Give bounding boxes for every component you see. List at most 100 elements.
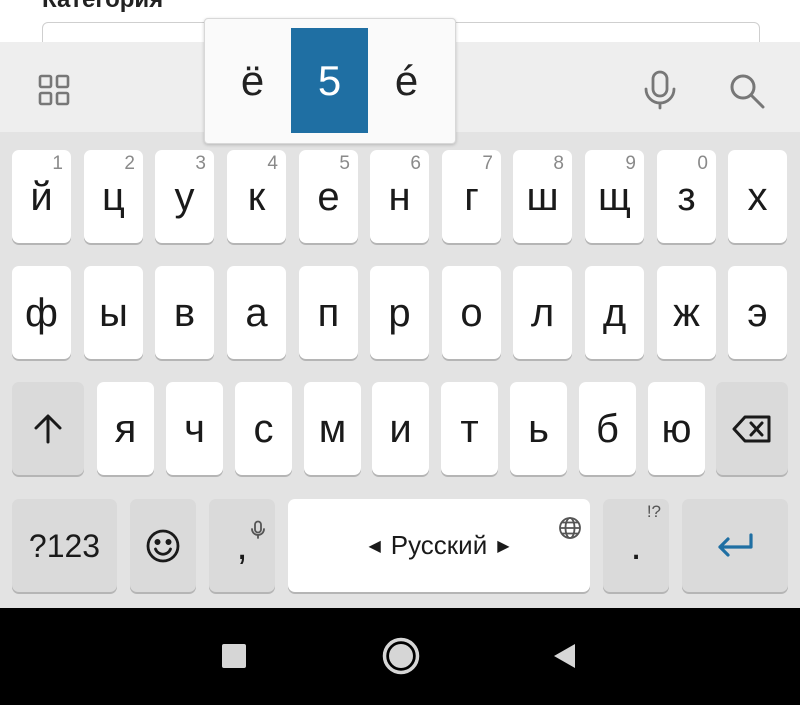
key-я[interactable]: я bbox=[97, 382, 154, 475]
key-label: щ bbox=[598, 174, 631, 219]
chevron-right-icon: ▶ bbox=[497, 537, 510, 555]
key-label: с bbox=[253, 406, 274, 451]
grid-icon[interactable] bbox=[34, 70, 74, 110]
key-label: х bbox=[747, 174, 768, 219]
keyboard: 1й 2ц 3у 4к 5е 6н 7г 8ш 9щ 0з х ф ы в а … bbox=[0, 132, 800, 608]
key-о[interactable]: о bbox=[442, 266, 501, 359]
symbols-label: ?123 bbox=[28, 527, 101, 564]
space-language-label: Русский bbox=[390, 530, 488, 560]
key-з[interactable]: 0з bbox=[657, 150, 716, 243]
key-label: л bbox=[530, 290, 555, 335]
key-label: п bbox=[317, 290, 340, 335]
shift-key[interactable] bbox=[12, 382, 84, 475]
key-label: е bbox=[317, 174, 340, 219]
key-й[interactable]: 1й bbox=[12, 150, 71, 243]
key-hint: 8 bbox=[553, 153, 564, 174]
key-ч[interactable]: ч bbox=[166, 382, 223, 475]
key-т[interactable]: т bbox=[441, 382, 498, 475]
popup-option-five[interactable]: 5 bbox=[291, 28, 368, 133]
period-hint: !? bbox=[646, 502, 661, 521]
key-hint: 0 bbox=[697, 153, 708, 174]
space-key[interactable]: ◀ Русский ▶ bbox=[288, 499, 590, 592]
key-label: г bbox=[464, 174, 479, 219]
key-label: ч bbox=[184, 406, 205, 451]
popup-option-yo[interactable]: ё bbox=[214, 28, 291, 133]
key-б[interactable]: б bbox=[579, 382, 636, 475]
key-э[interactable]: э bbox=[728, 266, 787, 359]
key-ш[interactable]: 8ш bbox=[513, 150, 572, 243]
key-label: м bbox=[318, 406, 347, 451]
key-label: о bbox=[460, 290, 483, 335]
home-icon bbox=[382, 637, 420, 675]
key-label: ю bbox=[661, 406, 692, 451]
key-и[interactable]: и bbox=[372, 382, 429, 475]
key-hint: 6 bbox=[410, 153, 421, 174]
key-label: б bbox=[596, 406, 619, 451]
key-ф[interactable]: ф bbox=[12, 266, 71, 359]
recents-icon bbox=[222, 644, 246, 668]
search-icon[interactable] bbox=[724, 68, 770, 114]
alternate-characters-popup: ё 5 é bbox=[204, 18, 456, 144]
key-н[interactable]: 6н bbox=[370, 150, 429, 243]
key-hint: 1 bbox=[52, 153, 63, 174]
key-label: з bbox=[677, 174, 696, 219]
back-button[interactable] bbox=[546, 638, 582, 674]
key-hint: 3 bbox=[195, 153, 206, 174]
key-ь[interactable]: ь bbox=[510, 382, 567, 475]
backspace-key[interactable] bbox=[716, 382, 788, 475]
key-п[interactable]: п bbox=[299, 266, 358, 359]
key-л[interactable]: л bbox=[513, 266, 572, 359]
key-label: а bbox=[245, 290, 268, 335]
key-label: ы bbox=[99, 290, 128, 335]
key-в[interactable]: в bbox=[155, 266, 214, 359]
key-р[interactable]: р bbox=[370, 266, 429, 359]
symbols-key[interactable]: ?123 bbox=[12, 499, 117, 592]
home-button[interactable] bbox=[379, 634, 423, 678]
globe-icon bbox=[559, 517, 581, 539]
key-label: и bbox=[389, 406, 412, 451]
key-label: э bbox=[747, 290, 768, 335]
key-щ[interactable]: 9щ bbox=[585, 150, 644, 243]
key-с[interactable]: с bbox=[235, 382, 292, 475]
period-key[interactable]: !? . bbox=[603, 499, 669, 592]
key-label: в bbox=[173, 290, 196, 335]
key-label: ь bbox=[528, 406, 549, 451]
comma-label: , bbox=[236, 523, 248, 568]
key-к[interactable]: 4к bbox=[227, 150, 286, 243]
chevron-left-icon: ◀ bbox=[368, 537, 381, 555]
enter-key[interactable] bbox=[682, 499, 788, 592]
key-е[interactable]: 5е bbox=[299, 150, 358, 243]
category-label: Категория bbox=[42, 0, 163, 14]
key-м[interactable]: м bbox=[304, 382, 361, 475]
key-г[interactable]: 7г bbox=[442, 150, 501, 243]
key-у[interactable]: 3у bbox=[155, 150, 214, 243]
key-label: д bbox=[602, 290, 627, 335]
key-х[interactable]: х bbox=[728, 150, 787, 243]
key-label: р bbox=[388, 290, 411, 335]
key-label: у bbox=[174, 174, 195, 219]
recents-button[interactable] bbox=[216, 638, 252, 674]
key-а[interactable]: а bbox=[227, 266, 286, 359]
key-ц[interactable]: 2ц bbox=[84, 150, 143, 243]
mic-hint-icon bbox=[251, 520, 265, 539]
mic-icon[interactable] bbox=[638, 68, 682, 112]
key-ю[interactable]: ю bbox=[648, 382, 705, 475]
key-label: й bbox=[30, 174, 53, 219]
key-label: я bbox=[114, 406, 137, 451]
key-label: ш bbox=[526, 174, 559, 219]
shift-icon bbox=[34, 414, 62, 443]
comma-key[interactable]: , bbox=[209, 499, 275, 592]
key-hint: 9 bbox=[625, 153, 636, 174]
key-ж[interactable]: ж bbox=[657, 266, 716, 359]
key-label: ф bbox=[25, 290, 58, 335]
backspace-icon bbox=[732, 415, 771, 442]
key-ы[interactable]: ы bbox=[84, 266, 143, 359]
popup-option-e-acute[interactable]: é bbox=[368, 28, 445, 133]
key-label: н bbox=[388, 174, 411, 219]
key-hint: 2 bbox=[124, 153, 135, 174]
back-icon bbox=[554, 644, 575, 668]
enter-icon bbox=[718, 532, 753, 557]
key-label: ж bbox=[673, 290, 700, 335]
key-д[interactable]: д bbox=[585, 266, 644, 359]
emoji-key[interactable] bbox=[130, 499, 196, 592]
